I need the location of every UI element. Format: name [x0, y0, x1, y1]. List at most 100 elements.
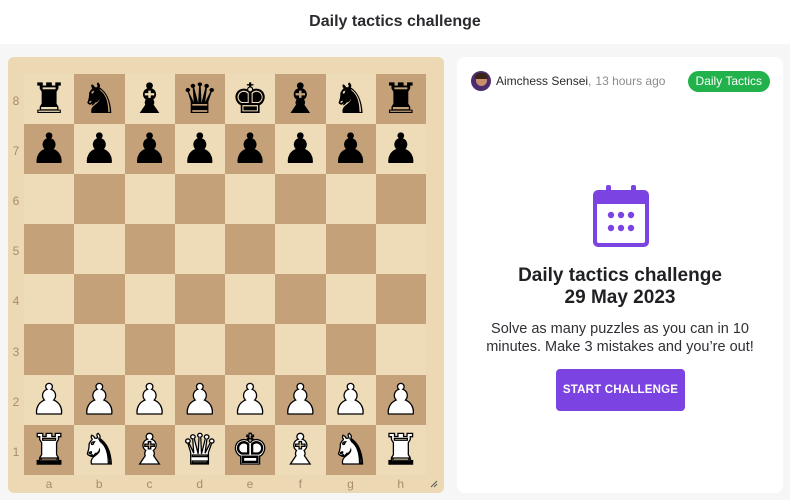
square-f2[interactable]: ♟ [275, 374, 326, 425]
square-f8[interactable]: ♝ [275, 74, 326, 125]
white-pawn-icon[interactable]: ♟ [30, 377, 69, 420]
white-pawn-icon[interactable]: ♟ [231, 377, 270, 420]
black-rook-icon[interactable]: ♜ [30, 78, 68, 120]
square-e6[interactable] [225, 174, 276, 225]
black-pawn-icon[interactable]: ♟ [30, 128, 68, 170]
square-f3[interactable] [275, 324, 326, 375]
square-d8[interactable]: ♛ [174, 74, 225, 125]
square-g1[interactable]: ♞ [325, 424, 376, 475]
white-king-icon[interactable]: ♚ [231, 428, 270, 471]
square-g3[interactable] [325, 324, 376, 375]
avatar[interactable] [471, 71, 491, 91]
square-h7[interactable]: ♟ [375, 124, 426, 175]
square-d6[interactable] [174, 174, 225, 225]
square-d7[interactable]: ♟ [174, 124, 225, 175]
square-g5[interactable] [325, 224, 376, 275]
square-b2[interactable]: ♟ [74, 374, 125, 425]
square-a8[interactable]: ♜ [24, 74, 75, 125]
square-h1[interactable]: ♜ [375, 424, 426, 475]
square-g8[interactable]: ♞ [325, 74, 376, 125]
square-c1[interactable]: ♝ [124, 424, 175, 475]
square-g6[interactable] [325, 174, 376, 225]
black-pawn-icon[interactable]: ♟ [382, 128, 420, 170]
square-f6[interactable] [275, 174, 326, 225]
square-h6[interactable] [375, 174, 426, 225]
white-pawn-icon[interactable]: ♟ [130, 377, 169, 420]
square-b1[interactable]: ♞ [74, 424, 125, 475]
square-c5[interactable] [124, 224, 175, 275]
white-knight-icon[interactable]: ♞ [80, 428, 119, 471]
square-a5[interactable] [24, 224, 75, 275]
black-bishop-icon[interactable]: ♝ [282, 78, 320, 120]
black-pawn-icon[interactable]: ♟ [181, 128, 219, 170]
white-pawn-icon[interactable]: ♟ [80, 377, 119, 420]
resize-handle-icon[interactable] [430, 480, 438, 488]
square-e8[interactable]: ♚ [225, 74, 276, 125]
square-g4[interactable] [325, 274, 376, 325]
square-a6[interactable] [24, 174, 75, 225]
square-c3[interactable] [124, 324, 175, 375]
square-f5[interactable] [275, 224, 326, 275]
black-pawn-icon[interactable]: ♟ [231, 128, 269, 170]
square-a2[interactable]: ♟ [24, 374, 75, 425]
author-name[interactable]: Aimchess Sensei [496, 74, 588, 88]
white-pawn-icon[interactable]: ♟ [180, 377, 219, 420]
square-e1[interactable]: ♚ [225, 424, 276, 475]
black-pawn-icon[interactable]: ♟ [282, 128, 320, 170]
square-f4[interactable] [275, 274, 326, 325]
square-c7[interactable]: ♟ [124, 124, 175, 175]
square-d1[interactable]: ♛ [174, 424, 225, 475]
white-queen-icon[interactable]: ♛ [180, 428, 219, 471]
square-f7[interactable]: ♟ [275, 124, 326, 175]
square-e7[interactable]: ♟ [225, 124, 276, 175]
white-rook-icon[interactable]: ♜ [381, 428, 420, 471]
square-a7[interactable]: ♟ [24, 124, 75, 175]
square-d2[interactable]: ♟ [174, 374, 225, 425]
start-challenge-button[interactable]: START CHALLENGE [556, 369, 685, 411]
white-knight-icon[interactable]: ♞ [331, 428, 370, 471]
square-h3[interactable] [375, 324, 426, 375]
square-b3[interactable] [74, 324, 125, 375]
white-pawn-icon[interactable]: ♟ [331, 377, 370, 420]
black-king-icon[interactable]: ♚ [231, 78, 269, 120]
square-g2[interactable]: ♟ [325, 374, 376, 425]
square-e2[interactable]: ♟ [225, 374, 276, 425]
square-d4[interactable] [174, 274, 225, 325]
white-bishop-icon[interactable]: ♝ [130, 428, 169, 471]
square-e3[interactable] [225, 324, 276, 375]
square-f1[interactable]: ♝ [275, 424, 326, 475]
category-badge[interactable]: Daily Tactics [687, 70, 770, 92]
square-d5[interactable] [174, 224, 225, 275]
square-h5[interactable] [375, 224, 426, 275]
square-h2[interactable]: ♟ [375, 374, 426, 425]
square-e5[interactable] [225, 224, 276, 275]
black-pawn-icon[interactable]: ♟ [131, 128, 169, 170]
chess-board[interactable]: ♜ ♞ ♝ ♛ ♚ ♝ ♞ ♜ ♟ ♟ ♟ ♟ ♟ ♟ ♟ ♟ ♟ ♟ ♟ ♟ ♟ ♟ ♟ ♟ ♜ ♞ ♝ ♛ ♚ ♝ ♞ ♜ [24, 74, 426, 475]
square-d3[interactable] [174, 324, 225, 375]
square-c4[interactable] [124, 274, 175, 325]
black-queen-icon[interactable]: ♛ [181, 78, 219, 120]
black-rook-icon[interactable]: ♜ [382, 78, 420, 120]
black-pawn-icon[interactable]: ♟ [332, 128, 370, 170]
square-h4[interactable] [375, 274, 426, 325]
square-h8[interactable]: ♜ [375, 74, 426, 125]
square-b8[interactable]: ♞ [74, 74, 125, 125]
square-e4[interactable] [225, 274, 276, 325]
square-c2[interactable]: ♟ [124, 374, 175, 425]
square-b4[interactable] [74, 274, 125, 325]
square-a3[interactable] [24, 324, 75, 375]
white-bishop-icon[interactable]: ♝ [281, 428, 320, 471]
square-b7[interactable]: ♟ [74, 124, 125, 175]
black-knight-icon[interactable]: ♞ [81, 78, 119, 120]
square-b5[interactable] [74, 224, 125, 275]
black-knight-icon[interactable]: ♞ [332, 78, 370, 120]
square-g7[interactable]: ♟ [325, 124, 376, 175]
square-b6[interactable] [74, 174, 125, 225]
white-pawn-icon[interactable]: ♟ [381, 377, 420, 420]
square-c8[interactable]: ♝ [124, 74, 175, 125]
white-pawn-icon[interactable]: ♟ [281, 377, 320, 420]
black-pawn-icon[interactable]: ♟ [81, 128, 119, 170]
black-bishop-icon[interactable]: ♝ [131, 78, 169, 120]
white-rook-icon[interactable]: ♜ [30, 428, 69, 471]
square-a4[interactable] [24, 274, 75, 325]
